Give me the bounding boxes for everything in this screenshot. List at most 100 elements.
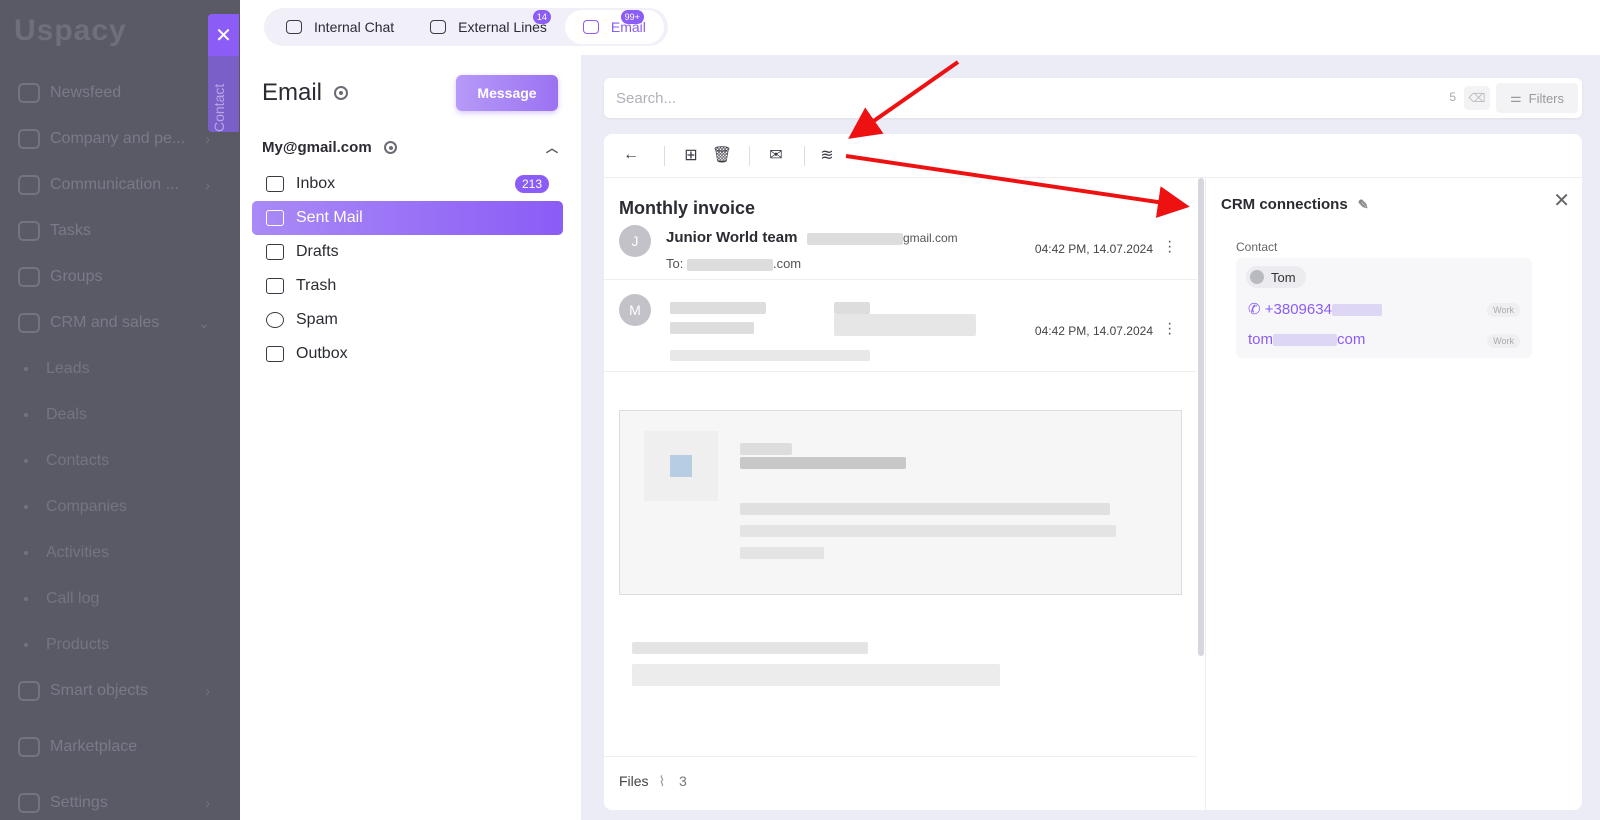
nav-item-communication[interactable]: Communication ... ›: [0, 162, 240, 208]
tab-internal-chat[interactable]: Internal Chat: [268, 10, 412, 44]
nav-item-groups[interactable]: Groups: [0, 254, 240, 300]
account-email: My@gmail.com: [262, 139, 372, 156]
nav-item-crm[interactable]: CRM and sales ⌄: [0, 300, 240, 346]
redacted-text: [1273, 334, 1338, 347]
nav-sub-leads[interactable]: Leads: [0, 346, 240, 392]
redacted-text: [632, 642, 868, 654]
folder-trash[interactable]: Trash: [252, 269, 563, 303]
folder-label: Sent Mail: [296, 209, 363, 226]
nav-label: Settings: [50, 794, 108, 811]
pencil-icon[interactable]: ✎: [1358, 197, 1369, 213]
contact-chip[interactable]: Tom: [1246, 266, 1306, 288]
search-count: 5: [1449, 90, 1456, 104]
chat-icon: [18, 175, 40, 195]
contact-label: Contact: [1236, 240, 1278, 254]
avatar: J: [619, 225, 651, 257]
filters-label: Filters: [1528, 90, 1565, 106]
chat-bubble-icon: [286, 20, 302, 34]
tab-external-lines[interactable]: External Lines 14: [412, 10, 565, 44]
tab-badge: 14: [532, 10, 551, 24]
gear-icon[interactable]: [383, 141, 397, 154]
contact-card: Tom ✆ +3809634 Work tom com Work: [1236, 258, 1532, 358]
attachments-bar[interactable]: Files ⌇ 3: [604, 756, 1197, 810]
redacted-text: [670, 350, 870, 361]
gear-icon[interactable]: [334, 86, 349, 100]
tab-label: Internal Chat: [314, 19, 395, 35]
nav-item-marketplace[interactable]: Marketplace: [0, 724, 240, 770]
folder-outbox[interactable]: Outbox: [252, 337, 563, 371]
mail-icon: [582, 20, 599, 34]
new-message-button[interactable]: Message: [456, 75, 558, 111]
folder-inbox[interactable]: Inbox 213: [252, 167, 563, 201]
company-icon: [18, 129, 40, 149]
nav-sub-label: Contacts: [46, 452, 110, 469]
nav-label: Communication ...: [50, 176, 179, 193]
folder-drafts[interactable]: Drafts: [252, 235, 563, 269]
nav-item-company[interactable]: Company and pe... ›: [0, 116, 240, 162]
nav-sub-label: Call log: [46, 590, 100, 607]
folder-spam[interactable]: Spam: [252, 303, 563, 337]
tab-email[interactable]: Email 99+: [564, 10, 664, 44]
crm-connections-icon[interactable]: ≋: [818, 146, 836, 164]
redacted-text: [834, 302, 870, 314]
paperclip-icon: ⌇: [658, 773, 666, 789]
nav-item-settings[interactable]: Settings ›: [0, 780, 240, 820]
redacted-text: [686, 258, 773, 271]
sender-name: Junior World team: [666, 229, 798, 246]
folder-label: Drafts: [296, 243, 339, 260]
nav-sub-contacts[interactable]: Contacts: [0, 438, 240, 484]
communication-tabs: Internal Chat External Lines 14 Email 99+: [264, 8, 668, 46]
folder-sent-mail[interactable]: Sent Mail: [252, 201, 563, 235]
scrollbar[interactable]: [1198, 178, 1204, 656]
recipient-suffix: .com: [772, 256, 802, 271]
nav-sub-label: Leads: [46, 360, 90, 377]
close-icon[interactable]: ✕: [1553, 188, 1570, 213]
nav-item-tasks[interactable]: Tasks: [0, 208, 240, 254]
phone-type-tag: Work: [1487, 303, 1520, 317]
nav-sub-products[interactable]: Products: [0, 622, 240, 668]
message-item[interactable]: M 04:42 PM, 14.07.2024 · · ·: [604, 280, 1197, 372]
move-folder-icon[interactable]: ⊞: [682, 146, 700, 164]
message-item[interactable]: J Junior World team gmail.com To: .com 0…: [604, 223, 1197, 280]
files-label: Files ⌇: [619, 773, 665, 790]
folder-label: Inbox: [296, 175, 336, 192]
users-icon: [18, 267, 40, 287]
mail-icon[interactable]: ✉: [767, 146, 785, 164]
nav-item-newsfeed[interactable]: Newsfeed: [0, 70, 240, 116]
alert-icon: [266, 312, 284, 328]
close-icon[interactable]: ✕: [208, 14, 239, 56]
email-folders-panel: Email Message My@gmail.com ︿ Inbox 213 Sen…: [240, 55, 581, 820]
email-type-tag: Work: [1487, 334, 1520, 348]
main-area: 5 ⌫ ⚌ Filters ← ⊞ 🗑 ✉ ≋ Monthly invoice J…: [581, 55, 1600, 820]
trash-icon[interactable]: 🗑: [712, 146, 732, 164]
nav-label: Tasks: [50, 222, 91, 239]
back-arrow-icon[interactable]: ←: [622, 146, 640, 164]
nav-sub-activities[interactable]: Activities: [0, 530, 240, 576]
contact-email[interactable]: tom com: [1248, 331, 1365, 348]
outbox-icon: [266, 346, 284, 362]
nav-sub-deals[interactable]: Deals: [0, 392, 240, 438]
folder-label: Spam: [296, 311, 338, 328]
email-toolbar: ← ⊞ 🗑 ✉ ≋: [604, 134, 1582, 178]
chevron-right-icon: ›: [205, 131, 210, 147]
chevron-up-icon[interactable]: ︿: [546, 139, 558, 156]
tab-badge: 99+: [620, 10, 644, 24]
nav-sub-call-log[interactable]: Call log: [0, 576, 240, 622]
more-vertical-icon[interactable]: · · ·: [1167, 234, 1172, 260]
check-icon: [18, 221, 40, 241]
filters-button[interactable]: ⚌ Filters: [1496, 83, 1578, 113]
chevron-right-icon: ›: [205, 177, 210, 193]
contact-phone[interactable]: ✆ +3809634: [1248, 300, 1382, 318]
redacted-text: [670, 302, 766, 314]
email-title: Email: [262, 79, 323, 106]
nav-item-smart-objects[interactable]: Smart objects ›: [0, 668, 240, 714]
contact-side-tab[interactable]: ✕ Contact: [208, 14, 239, 132]
nav-sub-companies[interactable]: Companies: [0, 484, 240, 530]
email-prefix: tom: [1248, 331, 1274, 348]
account-header[interactable]: My@gmail.com ︿: [262, 139, 558, 156]
more-vertical-icon[interactable]: · · ·: [1167, 316, 1172, 342]
crm-icon: [18, 313, 40, 333]
sender-email: gmail.com: [807, 231, 958, 245]
eraser-icon[interactable]: ⌫: [1464, 86, 1490, 110]
search-input[interactable]: [616, 78, 1396, 118]
